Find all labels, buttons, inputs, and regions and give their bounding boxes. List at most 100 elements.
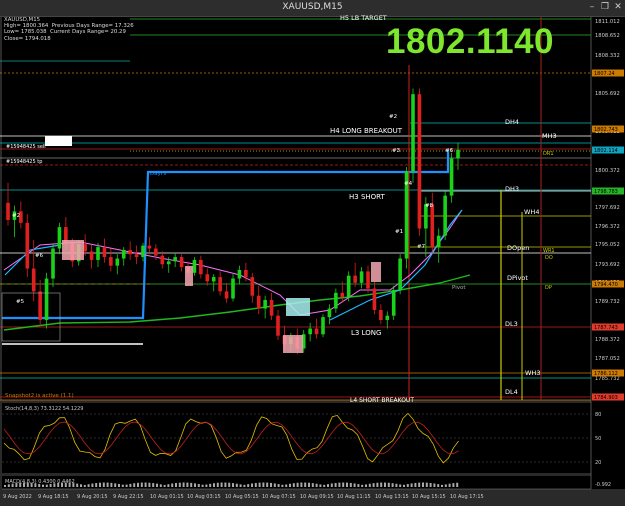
macd-bar [106, 482, 109, 487]
candle-body [398, 258, 402, 290]
macd-bar [95, 483, 98, 487]
y-tick-label: 1788.372 [595, 337, 620, 343]
level-label: H3 SHORT [349, 193, 386, 201]
y-tick-label: 1811.012 [595, 19, 620, 25]
macd-bar [239, 484, 242, 487]
macd-bar [129, 483, 132, 487]
macd-bar [19, 482, 22, 487]
x-tick-label: 10 Aug 15:15 [412, 494, 446, 500]
macd-bar [190, 482, 193, 487]
macd-bar [49, 483, 52, 487]
x-tick-label: 10 Aug 17:15 [450, 494, 484, 500]
level-label: MH3 [542, 132, 557, 140]
candle-body [199, 259, 203, 275]
y-tick-label: 1805.692 [595, 91, 620, 97]
level-label: #6 [445, 148, 454, 154]
level-label: WH3 [525, 369, 540, 377]
candle-body [366, 271, 370, 289]
macd-bar [304, 482, 307, 487]
candle-body [308, 328, 312, 335]
level-label: DL4 [505, 388, 518, 396]
price-chart[interactable]: 1811.0121808.6521808.3321805.6921803.012… [0, 0, 625, 506]
macd-bar [334, 482, 337, 487]
candle-body [379, 309, 383, 320]
macd-bar [270, 482, 272, 487]
price-tag-label: 1807.24 [594, 71, 615, 77]
level-label: #2 [12, 213, 20, 219]
level-label: DO [545, 255, 553, 261]
level-label: #7 [417, 244, 426, 250]
macd-bar [125, 484, 128, 487]
macd-bar [349, 482, 352, 487]
stoch-level-label: 80 [595, 412, 601, 418]
x-tick-label: 9 Aug 22:15 [113, 494, 144, 500]
macd-bar [414, 482, 417, 487]
level-label: DL3 [505, 320, 518, 328]
y-tick-label: 1797.692 [595, 205, 620, 211]
macd-bar [144, 482, 147, 487]
macd-bar [182, 482, 185, 487]
current-price-display: 1802.1140 [386, 22, 555, 61]
macd-bar [186, 482, 189, 487]
price-tag-label: 1802.114 [594, 148, 618, 154]
macd-bar [251, 483, 253, 487]
candle-body [192, 259, 197, 273]
macd-bar [152, 483, 155, 487]
price-tag-label: 1798.783 [594, 189, 618, 195]
candle-body [443, 195, 447, 236]
candle-body [334, 292, 338, 309]
macd-bar [228, 482, 231, 487]
candle-body [89, 251, 94, 260]
macd-bar [387, 482, 390, 487]
macd-bar [64, 482, 67, 487]
candle-body [417, 94, 422, 229]
x-tick-label: 9 Aug 18:15 [38, 494, 69, 500]
candle-body [372, 288, 377, 310]
y-tick-label: 1795.052 [595, 242, 620, 248]
macd-bar [61, 482, 63, 487]
macd-bar [156, 483, 158, 487]
info-cur-range: Current Days Range= 20.29 [50, 29, 126, 36]
macd-bar [254, 482, 257, 487]
candle-body [218, 277, 222, 292]
candle-body [38, 291, 42, 320]
level-label: DayHi [150, 171, 167, 177]
macd-bar [42, 484, 44, 487]
x-tick-label: 10 Aug 03:15 [187, 494, 221, 500]
candle-body [109, 257, 113, 266]
candle-body [353, 275, 357, 283]
candle-body [385, 315, 390, 320]
zone-box [185, 266, 193, 286]
macd-bar [289, 483, 291, 487]
macd-bar [26, 482, 29, 487]
macd-bar [361, 484, 364, 487]
stoch-label: Stoch(14,8,3) 73.3122 54.1229 [5, 406, 83, 412]
macd-bar [406, 484, 409, 487]
macd-bar [194, 483, 196, 487]
candle-body [314, 328, 319, 335]
price-tag-label: 1802.743 [594, 127, 618, 133]
macd-bar [258, 482, 261, 487]
level-label: WR1 [543, 248, 555, 254]
macd-bar [224, 482, 227, 487]
candle-body [449, 158, 454, 196]
macd-bar [410, 483, 413, 487]
candle-body [263, 299, 267, 309]
zone-box [283, 335, 303, 353]
macd-bar [38, 483, 41, 487]
price-tag-label: 1794.470 [594, 282, 618, 288]
level-label: #2 [389, 114, 397, 120]
y-tick-label: 1793.692 [595, 262, 620, 268]
macd-bar [53, 483, 56, 487]
price-tag-label: 1784.903 [594, 395, 618, 401]
macd-bar [368, 483, 371, 487]
macd-bar [296, 482, 299, 487]
macd-bar [175, 482, 177, 487]
level-label: L4 SHORT BREAKOUT [350, 397, 414, 404]
y-tick-label: 1789.732 [595, 299, 620, 305]
candle-body [327, 308, 332, 318]
macd-bar [163, 484, 166, 487]
macd-bar [197, 484, 200, 487]
macd-bar [171, 483, 174, 487]
candle-body [141, 245, 145, 258]
